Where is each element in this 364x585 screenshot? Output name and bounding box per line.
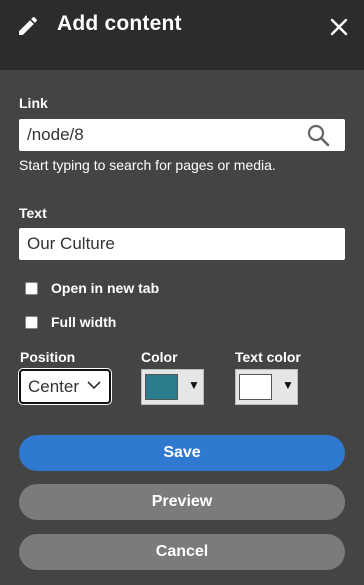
position-select[interactable]: Center — [19, 369, 111, 404]
dropdown-arrow-icon: ▼ — [188, 378, 200, 392]
open-new-tab-label: Open in new tab — [51, 280, 160, 296]
preview-button[interactable]: Preview — [19, 484, 345, 520]
pencil-icon — [19, 16, 38, 35]
text-input[interactable] — [19, 228, 345, 260]
color-swatch — [145, 374, 178, 400]
link-label: Link — [19, 95, 48, 111]
dialog-header: Add content — [0, 0, 364, 70]
chevron-down-icon — [87, 381, 101, 390]
text-color-swatch — [239, 374, 272, 400]
color-label: Color — [141, 349, 178, 365]
cancel-button[interactable]: Cancel — [19, 534, 345, 570]
link-input[interactable] — [19, 119, 345, 151]
full-width-checkbox[interactable] — [25, 315, 38, 329]
text-label: Text — [19, 205, 47, 221]
link-help-text: Start typing to search for pages or medi… — [19, 157, 276, 173]
full-width-option: Full width — [25, 314, 116, 330]
position-selected-value: Center — [28, 376, 80, 396]
full-width-label: Full width — [51, 314, 117, 330]
color-picker[interactable]: ▼ — [141, 369, 204, 405]
dialog-title: Add content — [57, 12, 182, 35]
text-color-picker[interactable]: ▼ — [235, 369, 298, 405]
open-new-tab-option: Open in new tab — [25, 280, 159, 296]
open-new-tab-checkbox[interactable] — [25, 281, 38, 295]
save-button[interactable]: Save — [19, 435, 345, 471]
close-icon[interactable] — [330, 18, 348, 36]
search-icon[interactable] — [306, 123, 330, 147]
dropdown-arrow-icon: ▼ — [282, 378, 294, 392]
text-color-label: Text color — [235, 349, 301, 365]
position-label: Position — [20, 349, 76, 365]
